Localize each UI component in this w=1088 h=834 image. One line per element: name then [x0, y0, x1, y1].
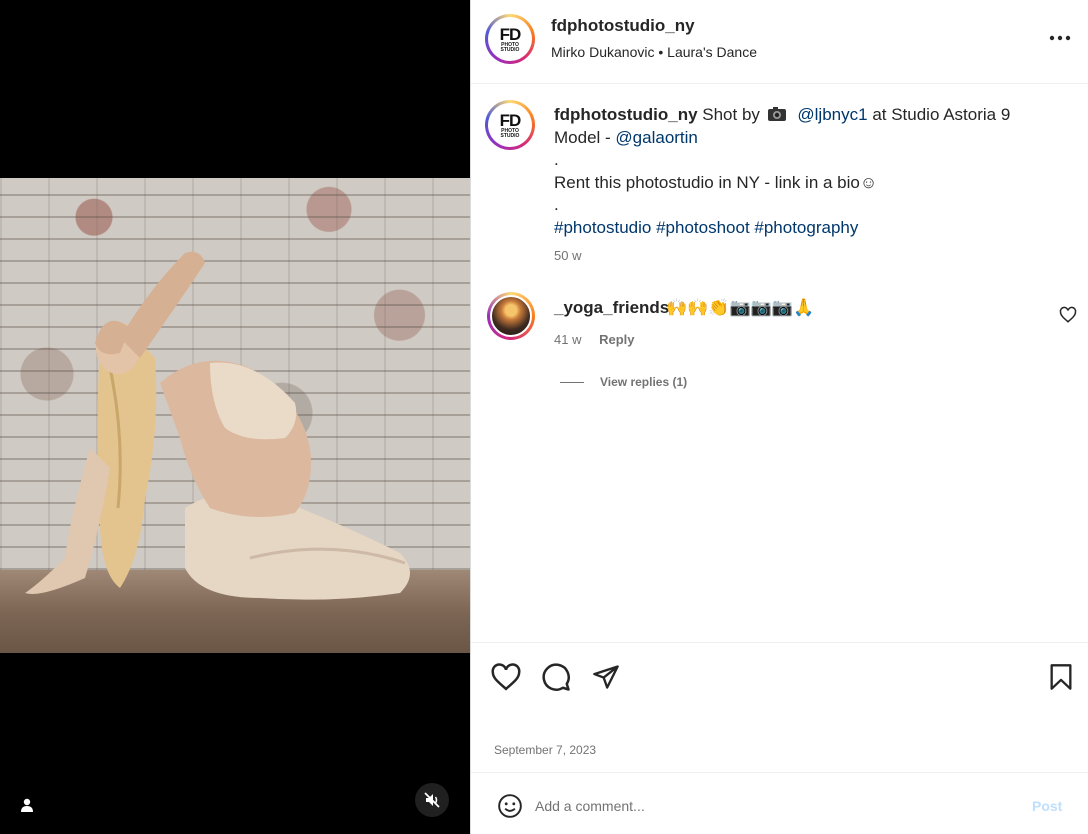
user-tags-button[interactable] — [10, 788, 44, 822]
caption-username[interactable]: fdphotostudio_ny — [554, 105, 698, 124]
caption-dot: . — [554, 195, 559, 214]
post-button[interactable]: Post — [1032, 798, 1062, 814]
audio-attribution[interactable]: Mirko Dukanovic • Laura's Dance — [551, 44, 757, 60]
view-replies-button[interactable]: View replies (1) — [560, 375, 687, 389]
speaker-muted-icon — [424, 792, 440, 808]
post-details-pane: FD PHOTO STUDIO fdphotostudio_ny Mirko D… — [471, 0, 1088, 834]
post-media[interactable] — [0, 0, 470, 834]
replies-line — [560, 381, 584, 383]
heart-icon[interactable] — [1059, 306, 1077, 324]
caption-location: at Studio Astoria 9 — [872, 105, 1011, 124]
caption-shot-by: Shot by — [702, 105, 760, 124]
add-comment-bar: Post — [471, 772, 1088, 834]
paper-plane-icon — [593, 665, 619, 689]
fd-logo: FD PHOTO STUDIO — [490, 19, 530, 59]
fd-logo: FD PHOTO STUDIO — [490, 105, 530, 145]
author-username[interactable]: fdphotostudio_ny — [551, 16, 695, 36]
comment-input[interactable] — [535, 793, 1015, 819]
view-replies-label: View replies (1) — [600, 375, 688, 389]
reply-button[interactable]: Reply — [599, 332, 634, 347]
author-avatar[interactable]: FD PHOTO STUDIO — [485, 14, 535, 64]
caption-dot: . — [554, 150, 559, 169]
mention-model[interactable]: @galaortin — [615, 128, 697, 147]
heart-icon — [491, 663, 521, 691]
post-actions: September 7, 2023 — [471, 642, 1088, 772]
commenter-username[interactable]: _yoga_friends — [554, 298, 669, 318]
comment-text: 🙌🙌👏📷📷📷🙏 — [666, 298, 815, 317]
caption-rent-line: Rent this photostudio in NY - link in a … — [554, 172, 878, 192]
more-horizontal-icon — [1049, 35, 1071, 41]
caption-timestamp[interactable]: 50 w — [554, 245, 1054, 268]
caption-author-avatar[interactable]: FD PHOTO STUDIO — [485, 100, 535, 150]
comment-bubble-icon — [542, 663, 570, 691]
bookmark-icon — [1050, 664, 1072, 690]
smiley-icon[interactable] — [497, 793, 523, 819]
save-button[interactable] — [1045, 661, 1077, 693]
camera-icon — [767, 107, 786, 121]
like-button[interactable] — [490, 661, 522, 693]
comment-meta: 41 w Reply — [554, 332, 635, 347]
user-icon — [21, 798, 33, 812]
more-options-button[interactable] — [1048, 28, 1072, 48]
caption-hashtags[interactable]: #photostudio #photoshoot #photography — [554, 217, 1054, 240]
caption-text: fdphotostudio_ny Shot by @ljbnyc1 at Stu… — [554, 104, 1054, 268]
commenter-avatar[interactable] — [487, 292, 535, 340]
yoga-pose-figure — [25, 251, 410, 600]
instagram-post-modal: FD PHOTO STUDIO fdphotostudio_ny Mirko D… — [0, 0, 1088, 834]
share-button[interactable] — [590, 661, 622, 693]
comment-timestamp[interactable]: 41 w — [554, 332, 581, 347]
mute-toggle-button[interactable] — [415, 783, 449, 817]
caption-model-label: Model - — [554, 127, 611, 147]
comment-button[interactable] — [540, 661, 572, 693]
post-date[interactable]: September 7, 2023 — [494, 743, 596, 757]
mention-photographer[interactable]: @ljbnyc1 — [797, 105, 867, 124]
post-photo[interactable] — [0, 178, 470, 653]
post-header: FD PHOTO STUDIO fdphotostudio_ny Mirko D… — [471, 0, 1088, 84]
